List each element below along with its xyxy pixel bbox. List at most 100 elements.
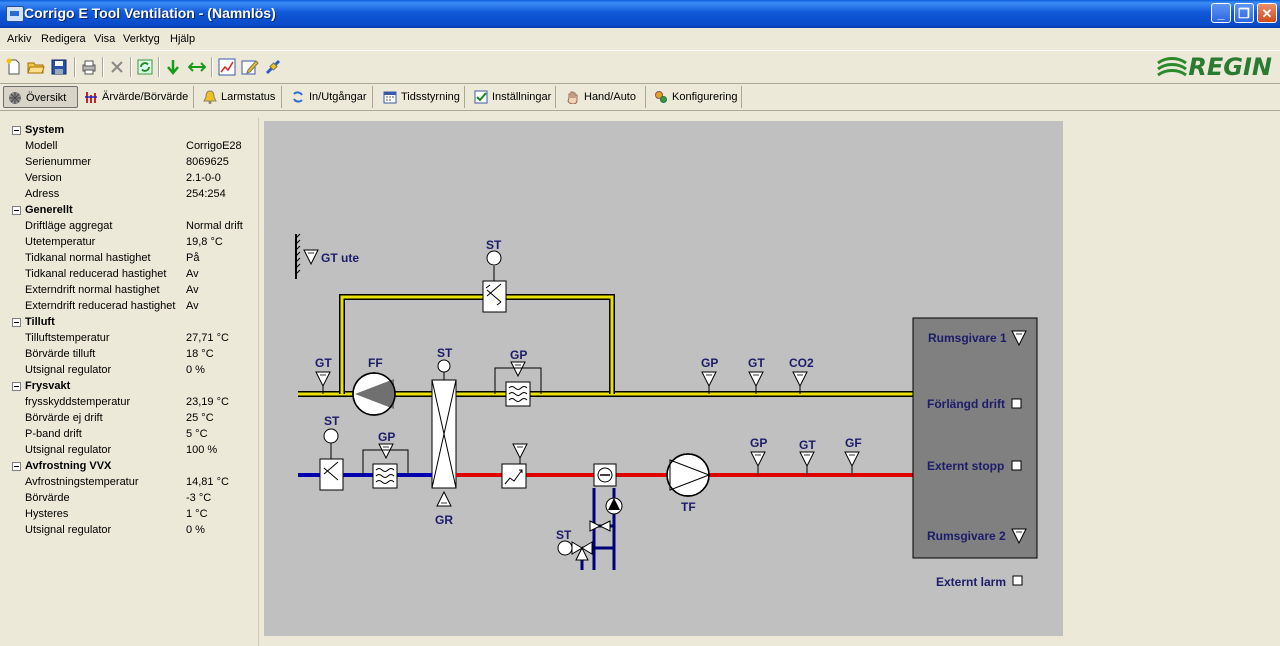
tree-row[interactable]: Serienummer 8069625: [5, 154, 258, 170]
supply-fan-icon[interactable]: [352, 372, 396, 416]
tree-row-value: Av: [186, 268, 199, 280]
tab-hand-auto[interactable]: Hand/Auto: [562, 86, 646, 108]
tree-row[interactable]: Utsignal regulator 0 %: [5, 522, 258, 538]
external-stop-checkbox[interactable]: [1011, 460, 1022, 471]
menu-hjalp[interactable]: Hjälp: [170, 33, 195, 45]
gt-supply-label: GT: [315, 356, 332, 370]
tab-konfigurering[interactable]: Konfigurering: [650, 86, 742, 108]
tree-row-value: 25 °C: [186, 412, 214, 424]
recirculation-damper-icon: [482, 280, 507, 313]
delete-icon[interactable]: [108, 58, 126, 76]
tree-group-tilluft[interactable]: Tilluft: [5, 314, 258, 330]
tree-row[interactable]: Utetemperatur 19,8 °C: [5, 234, 258, 250]
setpoint-icon: [85, 92, 97, 103]
tree-group-title: System: [25, 124, 65, 136]
title-bar: Corrigo E Tool Ventilation - (Namnlös) _…: [0, 0, 1280, 28]
tree-row[interactable]: Externdrift normal hastighet Av: [5, 282, 258, 298]
tree-row-value: 8069625: [186, 156, 229, 168]
tree-group-title: Frysvakt: [25, 380, 71, 392]
extract-fan-icon[interactable]: [666, 453, 711, 497]
tree-group-frysvakt[interactable]: Frysvakt: [5, 378, 258, 394]
tree-row[interactable]: Modell CorrigoE28: [5, 138, 258, 154]
refresh-icon[interactable]: [136, 58, 154, 76]
tab-in-utgangar[interactable]: In/Utgångar: [287, 86, 373, 108]
open-icon[interactable]: [27, 58, 45, 76]
tree-row[interactable]: P-band drift 5 °C: [5, 426, 258, 442]
toolbar-separator: [102, 57, 104, 77]
settings-icon: [474, 90, 488, 104]
tree-row[interactable]: Börvärde -3 °C: [5, 490, 258, 506]
external-stop-label: Externt stopp: [927, 459, 1004, 473]
st-valve-label: ST: [556, 528, 572, 542]
tree-row[interactable]: Utsignal regulator 100 %: [5, 442, 258, 458]
tab-tidsstyrning[interactable]: Tidsstyrning: [379, 86, 465, 108]
tree-row[interactable]: Externdrift reducerad hastighet Av: [5, 298, 258, 314]
heating-water-icon: [593, 463, 617, 487]
tree-row-label: Externdrift normal hastighet: [25, 284, 160, 296]
save-icon[interactable]: [50, 58, 68, 76]
extended-run-checkbox[interactable]: [1011, 398, 1022, 409]
toolbar-separator: [130, 57, 132, 77]
menu-arkiv[interactable]: Arkiv: [7, 33, 31, 45]
edit-icon[interactable]: [241, 58, 259, 76]
restore-button[interactable]: ❐: [1234, 3, 1254, 23]
new-icon[interactable]: [5, 58, 23, 76]
chart-icon[interactable]: [218, 58, 236, 76]
collapse-icon[interactable]: [12, 206, 21, 215]
regin-logo-text: REGIN: [1188, 53, 1272, 81]
tree-row-label: Avfrostningstemperatur: [25, 476, 139, 488]
tree-row[interactable]: Börvärde ej drift 25 °C: [5, 410, 258, 426]
gp-supply-sensor-icon: [510, 361, 526, 377]
tree-row[interactable]: Börvärde tilluft 18 °C: [5, 346, 258, 362]
toolbar-separator: [74, 57, 76, 77]
tree-row[interactable]: Version 2.1-0-0: [5, 170, 258, 186]
tree-row[interactable]: Tidkanal reducerad hastighet Av: [5, 266, 258, 282]
collapse-icon[interactable]: [12, 462, 21, 471]
tree-row[interactable]: Tilluftstemperatur 27,71 °C: [5, 330, 258, 346]
tree-row[interactable]: Utsignal regulator 0 %: [5, 362, 258, 378]
collapse-icon[interactable]: [12, 318, 21, 327]
collapse-icon[interactable]: [12, 382, 21, 391]
connect-icon[interactable]: [264, 58, 282, 76]
tree-row-value: 100 %: [186, 444, 218, 456]
menu-verktyg[interactable]: Verktyg: [123, 33, 160, 45]
collapse-icon[interactable]: [12, 126, 21, 135]
tree-row-label: frysskyddstemperatur: [25, 396, 131, 408]
print-icon[interactable]: [80, 58, 98, 76]
overview-icon: [9, 92, 21, 104]
menu-redigera[interactable]: Redigera: [41, 33, 86, 45]
tree-row[interactable]: frysskyddstemperatur 23,19 °C: [5, 394, 258, 410]
close-button[interactable]: ✕: [1257, 3, 1277, 23]
tree-group-avfrostning[interactable]: Avfrostning VVX: [5, 458, 258, 474]
supply-filter-icon: [505, 381, 531, 407]
tree-group-title: Avfrostning VVX: [25, 460, 112, 472]
menu-visa[interactable]: Visa: [94, 33, 115, 45]
ventilation-diagram: GT ute ST GT FF ST GR GP GP GT CO2 ST GP…: [264, 121, 1063, 636]
tab-oversikt[interactable]: Översikt: [3, 86, 78, 108]
transfer-icon[interactable]: [188, 58, 206, 76]
tree-row[interactable]: Avfrostningstemperatur 14,81 °C: [5, 474, 258, 490]
minimize-button[interactable]: _: [1211, 3, 1231, 23]
tree-row-label: Utsignal regulator: [25, 364, 112, 376]
tree-row[interactable]: Hysteres 1 °C: [5, 506, 258, 522]
gp-supply-label: GP: [510, 348, 527, 362]
tree-group-system[interactable]: System: [5, 122, 258, 138]
tree-row-value: 254:254: [186, 188, 226, 200]
tree-row-label: Tidkanal normal hastighet: [25, 252, 151, 264]
gr-label: GR: [435, 513, 453, 527]
room-panel: [912, 317, 1038, 559]
tree-group-generellt[interactable]: Generellt: [5, 202, 258, 218]
tree-row[interactable]: Driftläge aggregat Normal drift: [5, 218, 258, 234]
room-sensor-1-label: Rumsgivare 1: [928, 331, 1007, 345]
download-icon[interactable]: [164, 58, 182, 76]
st-valve-actuator-icon: [557, 540, 573, 556]
tab-larmstatus[interactable]: Larmstatus: [199, 86, 282, 108]
tree-row[interactable]: Tidkanal normal hastighet På: [5, 250, 258, 266]
exhaust-filter-icon: [372, 463, 398, 489]
io-icon: [293, 91, 303, 103]
tree-row[interactable]: Adress 254:254: [5, 186, 258, 202]
tab-installningar[interactable]: Inställningar: [470, 86, 556, 108]
ff-label: FF: [368, 356, 383, 370]
tab-arvarde-borvarde[interactable]: Ärvärde/Börvärde: [80, 86, 194, 108]
external-alarm-checkbox[interactable]: [1012, 575, 1023, 586]
